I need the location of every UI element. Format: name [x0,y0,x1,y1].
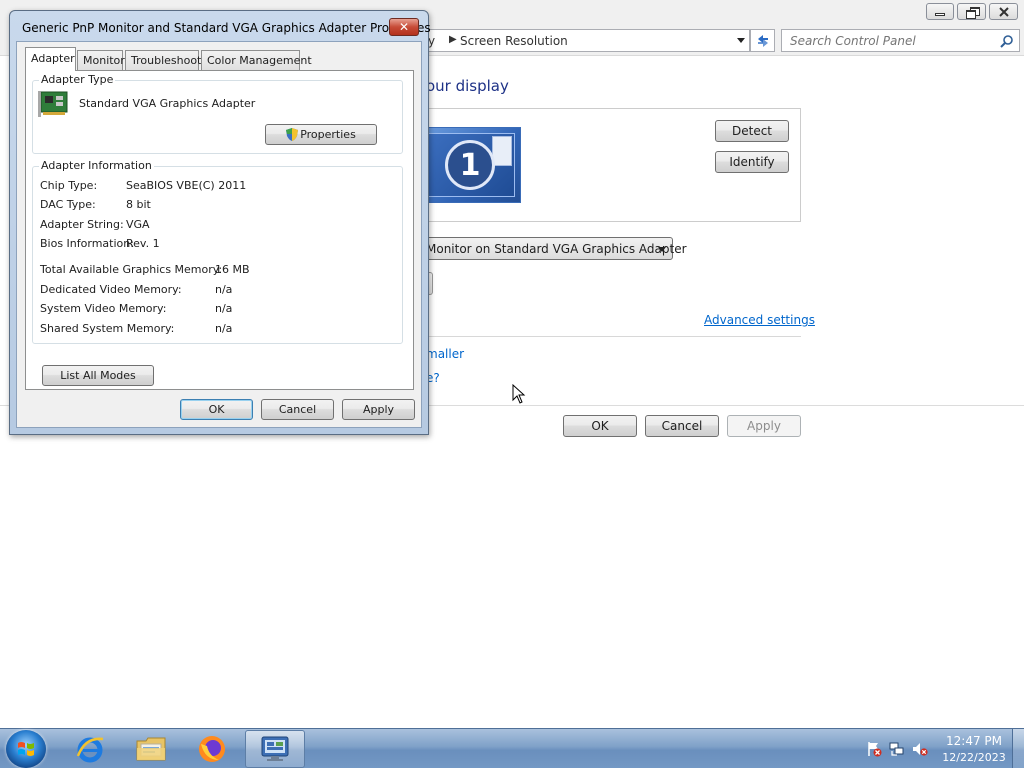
taskbar-windows-explorer-button[interactable] [123,730,179,768]
make-text-smaller-link[interactable]: maller [426,347,464,361]
action-center-flag-icon[interactable] [866,741,882,757]
minimize-icon [927,4,953,19]
chevron-down-icon[interactable] [737,38,745,43]
memory-label-total: Total Available Graphics Memory: [40,263,223,276]
detect-button[interactable]: Detect [715,120,789,142]
memory-label-system: System Video Memory: [40,302,167,315]
window-preview-icon [492,136,512,166]
adapter-tab-page: Adapter Type Standard VGA Graphics Adapt… [25,70,414,390]
tab-adapter[interactable]: Adapter [25,47,76,71]
dialog-ok-button[interactable]: OK [180,399,253,420]
page-heading: our display [426,77,509,95]
graphics-card-icon [38,91,68,117]
search-box[interactable] [781,29,1020,52]
dialog-client-area: Adapter Monitor Troubleshoot Color Manag… [16,41,422,428]
monitor-number-badge: 1 [445,140,495,190]
breadcrumb-item-previous[interactable]: y [428,34,435,48]
info-label-chip-type: Chip Type: [40,179,98,192]
mouse-cursor-icon [512,384,526,404]
properties-label: Properties [300,128,356,141]
taskbar: 12:47 PM 12/22/2023 [0,728,1024,768]
dialog-title: Generic PnP Monitor and Standard VGA Gra… [22,21,431,35]
monitor-number: 1 [459,147,481,183]
memory-label-dedicated: Dedicated Video Memory: [40,283,182,296]
monitor-thumbnail[interactable]: 1 [418,127,521,203]
taskbar-internet-explorer-button[interactable] [62,730,118,768]
restore-icon [958,4,985,19]
refresh-button[interactable] [750,29,775,52]
info-value-dac-type: 8 bit [126,198,151,211]
cancel-button[interactable]: Cancel [645,415,719,437]
memory-value-total: 16 MB [215,263,250,276]
advanced-settings-link[interactable]: Advanced settings [704,313,815,327]
tab-troubleshoot[interactable]: Troubleshoot [125,50,201,70]
chevron-down-icon [658,247,666,252]
restore-button[interactable] [957,3,986,20]
ok-button[interactable]: OK [563,415,637,437]
close-button[interactable] [989,3,1018,20]
info-label-adapter-string: Adapter String: [40,218,124,231]
volume-muted-icon[interactable] [912,741,928,757]
group-title: Adapter Information [39,159,154,172]
taskbar-firefox-button[interactable] [184,730,240,768]
adapter-type-group: Adapter Type Standard VGA Graphics Adapt… [32,73,403,154]
uac-shield-icon [286,128,299,141]
adapter-name: Standard VGA Graphics Adapter [79,97,256,110]
memory-value-system: n/a [215,302,233,315]
memory-value-dedicated: n/a [215,283,233,296]
display-select[interactable]: Monitor on Standard VGA Graphics Adapter [418,237,687,260]
close-icon [990,4,1017,19]
divider [416,336,801,337]
tab-color-management[interactable]: Color Management [201,50,312,70]
group-title: Adapter Type [39,73,116,86]
search-input[interactable] [782,30,992,51]
clock-date[interactable]: 12/22/2023 [940,751,1008,764]
list-all-modes-button[interactable]: List All Modes [42,365,154,386]
tab-monitor[interactable]: Monitor [77,50,125,70]
memory-label-shared: Shared System Memory: [40,322,175,335]
firefox-icon [199,736,225,762]
network-icon[interactable] [889,741,905,757]
identify-button[interactable]: Identify [715,151,789,173]
windows-logo-icon [18,742,34,756]
dialog-close-button[interactable]: ✕ [389,18,419,36]
dialog-apply-button[interactable]: Apply [342,399,415,420]
apply-button[interactable]: Apply [727,415,801,437]
info-value-bios-information: Rev. 1 [126,237,160,250]
display-select-value: Monitor on Standard VGA Graphics Adapter [426,242,687,256]
show-desktop-button[interactable] [1012,729,1024,768]
breadcrumb-item-current[interactable]: Screen Resolution [460,34,568,48]
minimize-button[interactable] [926,3,954,20]
internet-explorer-icon [76,737,104,763]
notification-area [862,739,934,759]
control-panel-icon [261,736,289,761]
clock-time[interactable]: 12:47 PM [940,734,1008,748]
refresh-icon [757,34,768,47]
adapter-properties-dialog: Generic PnP Monitor and Standard VGA Gra… [9,10,431,435]
breadcrumb-separator-icon[interactable]: ▶ [449,34,457,45]
start-button[interactable] [6,730,46,768]
info-value-chip-type: SeaBIOS VBE(C) 2011 [126,179,247,192]
taskbar-control-panel-button[interactable] [245,730,305,768]
adapter-information-group: Adapter Information Chip Type: SeaBIOS V… [32,159,403,344]
info-label-dac-type: DAC Type: [40,198,96,211]
memory-value-shared: n/a [215,322,233,335]
close-icon: ✕ [398,20,410,34]
breadcrumb[interactable]: y ▶ Screen Resolution [420,29,750,52]
info-value-adapter-string: VGA [126,218,150,231]
search-icon[interactable] [1000,34,1014,48]
dialog-cancel-button[interactable]: Cancel [261,399,334,420]
adapter-properties-button[interactable]: Properties [265,124,377,145]
folder-icon [136,737,166,761]
info-label-bios-information: Bios Information: [40,237,134,250]
